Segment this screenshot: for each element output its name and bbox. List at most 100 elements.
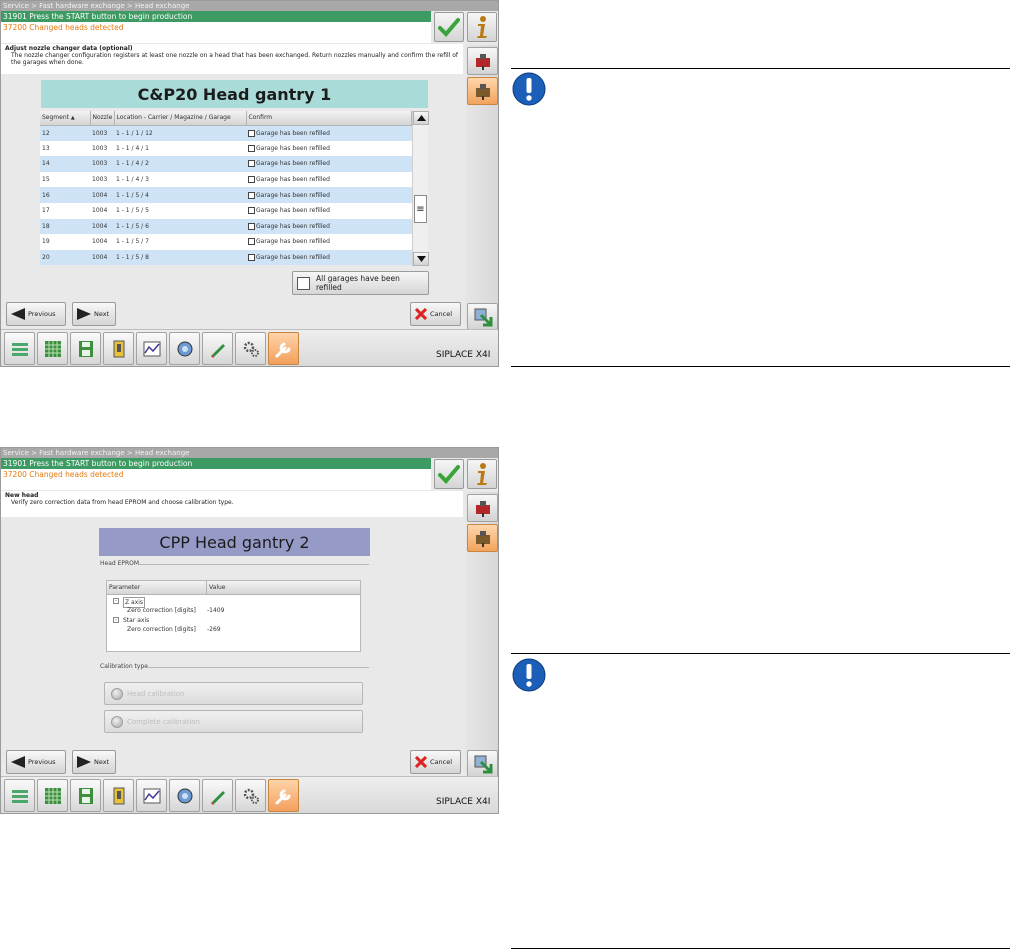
confirm-cell[interactable]: Garage has been refilled [246, 249, 412, 266]
grid-icon [44, 340, 61, 357]
garage-refilled-checkbox[interactable] [248, 160, 255, 168]
garage-refilled-label: Garage has been refilled [256, 222, 330, 230]
previous-button[interactable]: Previous [6, 750, 66, 774]
task-settings-button[interactable] [235, 779, 266, 812]
task-setup-button[interactable] [37, 779, 68, 812]
message-changed-heads: 37200 Changed heads detected [1, 22, 431, 33]
head-calibration-option[interactable]: Head calibration [104, 682, 363, 705]
task-settings-button[interactable] [235, 332, 266, 365]
calibration-section-label: Calibration type [100, 663, 148, 670]
nozzle-cell: 1003 [90, 171, 114, 188]
confirm-cell[interactable]: Garage has been refilled [246, 202, 412, 219]
message-start-production: 31901 Press the START button to begin pr… [1, 11, 431, 22]
task-service-button[interactable] [268, 779, 299, 812]
complete-calibration-option[interactable]: Complete calibration [104, 710, 363, 733]
table-row[interactable]: 18 1004 1 - 1 / 5 / 6 Garage has been refil… [40, 218, 412, 235]
nozzle-cell: 1004 [90, 218, 114, 235]
table-row[interactable]: 19 1004 1 - 1 / 5 / 7 Garage has been refil… [40, 234, 412, 250]
cancel-x-icon [415, 308, 427, 320]
task-device-button[interactable] [103, 779, 134, 812]
collapse-toggle[interactable]: - [113, 598, 119, 604]
head-tool-button[interactable] [467, 494, 498, 522]
instruction-title: New head [5, 492, 39, 499]
task-production-button[interactable] [4, 332, 35, 365]
confirm-cell[interactable]: Garage has been refilled [246, 156, 412, 172]
exclamation-icon [512, 72, 546, 106]
col-segment[interactable]: Segment ▲ [40, 111, 91, 126]
nozzle-cell: 1004 [90, 202, 114, 219]
screenshot-nozzle-changer: Service > Fast hardware exchange > Head … [0, 0, 499, 367]
table-row[interactable]: 12 1003 1 - 1 / 1 / 12 Garage has been refi… [40, 125, 412, 141]
tree-row-z-correction: Zero correction [digits] -1409 [127, 607, 225, 614]
task-statistics-button[interactable] [136, 779, 167, 812]
previous-button[interactable]: Previous [6, 302, 66, 326]
task-setup-button[interactable] [37, 332, 68, 365]
segment-cell: 15 [40, 171, 90, 188]
garage-refilled-checkbox[interactable] [248, 254, 255, 262]
garage-refilled-checkbox[interactable] [248, 129, 255, 137]
scroll-down-button[interactable] [413, 252, 429, 266]
garage-refilled-checkbox[interactable] [248, 144, 255, 152]
task-tools-button[interactable] [202, 332, 233, 365]
task-statistics-button[interactable] [136, 332, 167, 365]
table-row[interactable]: 16 1004 1 - 1 / 5 / 4 Garage has been refil… [40, 187, 412, 203]
all-garages-checkbox[interactable] [297, 276, 310, 290]
location-cell: 1 - 1 / 5 / 4 [114, 187, 246, 203]
garage-refilled-checkbox[interactable] [248, 238, 255, 246]
confirm-cell[interactable]: Garage has been refilled [246, 171, 412, 188]
task-vision-button[interactable] [169, 779, 200, 812]
exit-button[interactable] [467, 750, 498, 778]
task-tools-button[interactable] [202, 779, 233, 812]
table-row[interactable]: 15 1003 1 - 1 / 4 / 3 Garage has been refil… [40, 171, 412, 188]
task-production-button[interactable] [4, 779, 35, 812]
table-scrollbar[interactable]: ≡ [412, 111, 429, 266]
task-vision-button[interactable] [169, 332, 200, 365]
next-button[interactable]: Next [72, 302, 116, 326]
col-location[interactable]: Location - Carrier / Magazine / Garage [114, 111, 247, 126]
task-save-button[interactable] [70, 332, 101, 365]
task-device-button[interactable] [103, 332, 134, 365]
notice-1-bottom-rule [511, 366, 1010, 367]
col-nozzle[interactable]: Nozzle [90, 111, 115, 126]
confirm-cell[interactable]: Garage has been refilled [246, 187, 412, 203]
garage-refilled-checkbox[interactable] [248, 176, 255, 184]
table-row[interactable]: 20 1004 1 - 1 / 5 / 8 Garage has been refil… [40, 249, 412, 266]
collapse-toggle[interactable]: - [113, 617, 119, 623]
exit-button[interactable] [467, 303, 498, 331]
confirm-button[interactable] [434, 12, 464, 42]
task-save-button[interactable] [70, 779, 101, 812]
confirm-button[interactable] [434, 459, 464, 489]
confirm-cell[interactable]: Garage has been refilled [246, 218, 412, 235]
table-row[interactable]: 17 1004 1 - 1 / 5 / 5 Garage has been refil… [40, 202, 412, 219]
wrench-icon [275, 342, 290, 357]
all-garages-refilled-button[interactable]: All garages have been refilled [292, 271, 429, 295]
scroll-thumb[interactable]: ≡ [414, 195, 427, 223]
location-cell: 1 - 1 / 4 / 1 [114, 140, 246, 157]
eprom-tree[interactable]: Parameter Value - Z axis Zero correction… [106, 580, 361, 652]
garage-refilled-label: Garage has been refilled [256, 176, 330, 184]
confirm-cell[interactable]: Garage has been refilled [246, 234, 412, 250]
col-confirm[interactable]: Confirm [246, 111, 412, 126]
cancel-button[interactable]: Cancel [410, 302, 461, 326]
hardware-exchange-button[interactable] [467, 77, 498, 105]
table-row[interactable]: 13 1003 1 - 1 / 4 / 1 Garage has been refil… [40, 140, 412, 157]
arrow-left-icon [11, 756, 25, 768]
info-button[interactable] [467, 12, 497, 42]
head-tool-button[interactable] [467, 47, 498, 75]
table-row[interactable]: 14 1003 1 - 1 / 4 / 2 Garage has been refil… [40, 156, 412, 172]
confirm-cell[interactable]: Garage has been refilled [246, 125, 412, 141]
garage-refilled-checkbox[interactable] [248, 207, 255, 215]
task-service-button[interactable] [268, 332, 299, 365]
radio-icon [111, 687, 123, 700]
garage-refilled-checkbox[interactable] [248, 191, 255, 199]
hardware-exchange-button[interactable] [467, 524, 498, 552]
scroll-up-button[interactable] [413, 111, 429, 125]
confirm-cell[interactable]: Garage has been refilled [246, 140, 412, 157]
info-button[interactable] [467, 459, 497, 489]
instruction-panel: Adjust nozzle changer data (optional) Th… [1, 44, 463, 74]
arrow-left-icon [11, 308, 25, 320]
cancel-button[interactable]: Cancel [410, 750, 461, 774]
location-cell: 1 - 1 / 5 / 5 [114, 202, 246, 219]
next-button[interactable]: Next [72, 750, 116, 774]
garage-refilled-checkbox[interactable] [248, 222, 255, 230]
